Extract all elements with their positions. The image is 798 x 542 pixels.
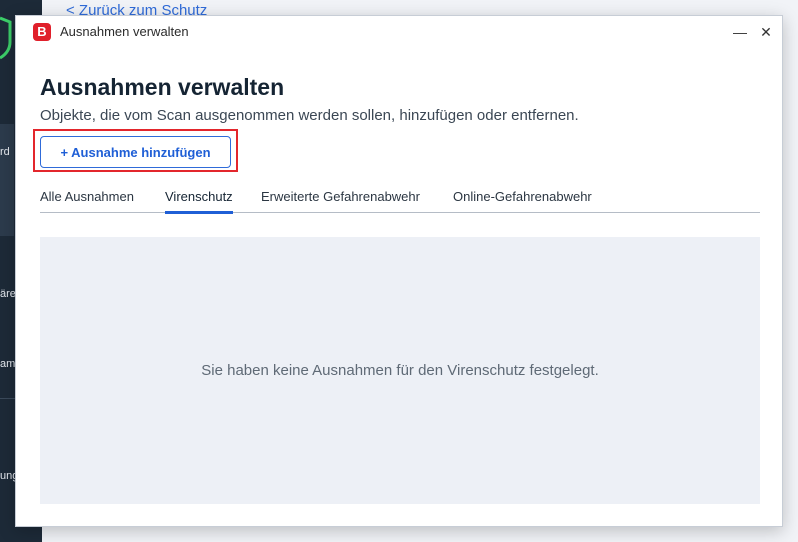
tab-advanced-threat-defense[interactable]: Erweiterte Gefahrenabwehr [261, 189, 420, 213]
empty-state-message: Sie haben keine Ausnahmen für den Virens… [201, 362, 599, 379]
background-sidebar-label[interactable]: äre [0, 288, 16, 300]
tab-all-exceptions[interactable]: Alle Ausnahmen [40, 189, 134, 213]
minimize-icon: — [733, 24, 747, 40]
tab-online-threat-prevention[interactable]: Online-Gefahrenabwehr [453, 189, 592, 213]
shield-icon [0, 16, 12, 60]
close-button[interactable]: ✕ [748, 16, 784, 48]
background-sidebar-active-item[interactable] [0, 124, 14, 236]
close-icon: ✕ [760, 23, 772, 40]
exceptions-list-panel: Sie haben keine Ausnahmen für den Virens… [40, 237, 760, 504]
add-exception-button-label: + Ausnahme hinzufügen [60, 144, 211, 160]
window-title: Ausnahmen verwalten [60, 24, 189, 39]
add-exception-button[interactable]: + Ausnahme hinzufügen [40, 136, 231, 168]
page-subtitle: Objekte, die vom Scan ausgenommen werden… [40, 107, 579, 124]
tab-antivirus[interactable]: Virenschutz [165, 189, 233, 214]
background-sidebar-label[interactable]: rd [0, 146, 10, 158]
title-bar[interactable]: B Ausnahmen verwalten — ✕ [16, 16, 782, 48]
exception-tabs: Alle Ausnahmen Virenschutz Erweiterte Ge… [40, 189, 760, 214]
app-logo-icon: B [33, 23, 51, 41]
manage-exceptions-dialog: B Ausnahmen verwalten — ✕ Ausnahmen verw… [15, 15, 783, 527]
page-title: Ausnahmen verwalten [40, 74, 285, 100]
